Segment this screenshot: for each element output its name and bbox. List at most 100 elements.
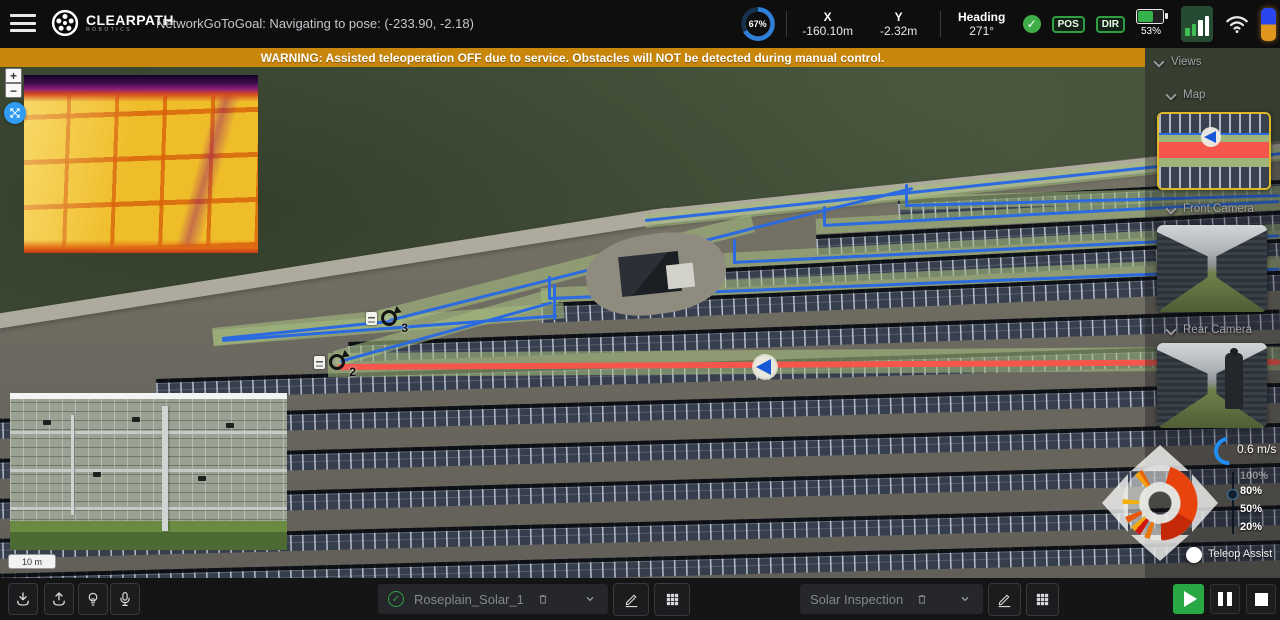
- junction-box: [198, 476, 206, 481]
- x-coordinate: X -160.10m: [798, 11, 858, 38]
- junction-box: [93, 472, 101, 477]
- download-icon: [14, 590, 32, 608]
- mission-select[interactable]: ✓ Roseplain_Solar_1: [378, 584, 608, 614]
- trash-icon[interactable]: [915, 592, 929, 606]
- map-scale-control[interactable]: 10 m: [8, 554, 56, 569]
- robot-marker[interactable]: [752, 354, 778, 380]
- progress-percent: 67%: [741, 7, 775, 41]
- speed-slider-handle[interactable]: [1227, 489, 1238, 500]
- zoom-out-button[interactable]: −: [5, 83, 22, 98]
- stop-mission-button[interactable]: [1246, 584, 1276, 614]
- teleop-joystick[interactable]: [1102, 445, 1218, 561]
- play-mission-button[interactable]: [1173, 584, 1204, 614]
- junction-box: [43, 420, 51, 425]
- divider: [786, 11, 787, 37]
- navigation-status-text: NetworkGoToGoal: Navigating to pose: (-2…: [156, 16, 474, 31]
- play-icon: [1184, 591, 1197, 607]
- divider: [940, 11, 941, 37]
- path-line: [733, 239, 736, 264]
- thermal-camera-view[interactable]: [24, 75, 258, 253]
- warning-banner: WARNING: Assisted teleoperation OFF due …: [0, 48, 1145, 67]
- waypoint-task-icon: [314, 356, 325, 369]
- chevron-down-icon: [582, 591, 598, 607]
- y-value: -2.32m: [869, 24, 929, 38]
- x-value: -160.10m: [798, 24, 858, 38]
- task-name: Solar Inspection: [810, 592, 903, 607]
- camera-overlay-view[interactable]: [10, 393, 287, 550]
- robot-heading-arrow-icon: [756, 359, 771, 375]
- pan-mode-button[interactable]: [4, 102, 26, 124]
- microphone-icon: [116, 590, 134, 608]
- edit-mission-button[interactable]: [613, 583, 649, 616]
- bottom-toolbar: ✓ Roseplain_Solar_1 Solar Inspection: [0, 578, 1280, 620]
- teleop-assist-toggle[interactable]: [1186, 547, 1202, 563]
- task-table-button[interactable]: [1026, 583, 1059, 616]
- speed-value: 0.6 m/s: [1237, 442, 1276, 456]
- speed-slider-track[interactable]: [1232, 472, 1234, 534]
- panel-post: [71, 415, 74, 515]
- battery-indicator: 53%: [1136, 6, 1170, 42]
- chevron-down-icon: [957, 591, 973, 607]
- map-viewport[interactable]: 2 3 + − 10 m: [0, 48, 1280, 578]
- upload-icon: [50, 590, 68, 608]
- robot-heading-arrow-icon: [1204, 131, 1216, 143]
- heading-value: 271°: [952, 24, 1012, 38]
- path-line: [905, 184, 908, 206]
- speed-level-50[interactable]: 50%: [1240, 503, 1262, 515]
- grid-icon: [1034, 591, 1051, 608]
- pencil-icon: [996, 591, 1013, 608]
- pause-icon: [1218, 592, 1232, 606]
- microphone-button[interactable]: [110, 583, 140, 615]
- speed-level-20[interactable]: 20%: [1240, 521, 1262, 533]
- junction-box: [132, 417, 140, 422]
- trash-icon[interactable]: [536, 592, 550, 606]
- speed-level-100[interactable]: 100%: [1240, 470, 1268, 482]
- localization-ok-icon: ✓: [1023, 15, 1041, 33]
- heading-label: Heading: [952, 11, 1012, 24]
- heading-indicator: Heading 271°: [952, 11, 1012, 38]
- pause-mission-button[interactable]: [1210, 584, 1240, 614]
- map-thumbnail[interactable]: [1157, 112, 1271, 190]
- waypoint-marker-3[interactable]: 3: [381, 310, 397, 326]
- download-button[interactable]: [8, 583, 38, 615]
- speed-level-80[interactable]: 80%: [1240, 485, 1262, 497]
- rear-camera-thumbnail[interactable]: [1157, 343, 1267, 428]
- waypoint-task-icon: [366, 312, 377, 325]
- task-select[interactable]: Solar Inspection: [800, 584, 983, 614]
- pencil-icon: [623, 591, 640, 608]
- path-line: [823, 206, 826, 226]
- top-bar-status-cluster: 67% X -160.10m Y -2.32m Heading 271° ✓ P…: [741, 0, 1276, 48]
- wifi-icon: [1224, 11, 1250, 37]
- panel-post: [162, 406, 168, 532]
- light-button[interactable]: [78, 583, 108, 615]
- signal-strength-icon: [1181, 6, 1213, 42]
- path-line: [553, 284, 556, 320]
- person-silhouette: [1225, 353, 1243, 409]
- zoom-in-button[interactable]: +: [5, 68, 22, 83]
- pos-badge: POS: [1052, 16, 1085, 33]
- menu-icon[interactable]: [10, 14, 36, 34]
- pan-arrows-icon: [8, 106, 22, 120]
- y-coordinate: Y -2.32m: [869, 11, 929, 38]
- path-line: [548, 276, 551, 300]
- mission-valid-icon: ✓: [388, 591, 404, 607]
- waypoint-number: 2: [349, 365, 356, 379]
- obstacle-proximity-ring: [1120, 463, 1200, 543]
- battery-icon: [1136, 9, 1164, 24]
- top-bar: CLEARPATH ROBOTICS NetworkGoToGoal: Navi…: [0, 0, 1280, 48]
- edit-task-button[interactable]: [988, 583, 1021, 616]
- thumb-robot-marker: [1201, 127, 1221, 147]
- mission-progress-ring: 67%: [741, 7, 775, 41]
- clearpath-gear-icon: [50, 8, 80, 38]
- thumb-panel-row: [1159, 167, 1269, 188]
- teleop-assist-label: Teleop Assist: [1208, 548, 1272, 560]
- robot-status-light: [1261, 8, 1276, 41]
- mission-table-button[interactable]: [654, 583, 690, 616]
- teleop-app: CLEARPATH ROBOTICS NetworkGoToGoal: Navi…: [0, 0, 1280, 620]
- waypoint-marker-2[interactable]: 2: [329, 354, 345, 370]
- battery-percent: 53%: [1136, 26, 1166, 37]
- lightbulb-icon: [84, 590, 102, 608]
- upload-button[interactable]: [44, 583, 74, 615]
- x-label: X: [798, 11, 858, 24]
- front-camera-thumbnail[interactable]: [1157, 225, 1267, 312]
